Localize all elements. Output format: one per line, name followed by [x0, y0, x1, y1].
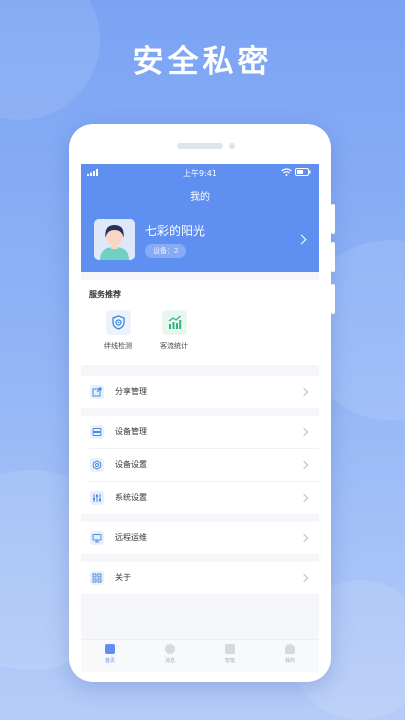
- chevron-right-icon: [299, 493, 309, 503]
- device-manage-icon: [90, 425, 104, 439]
- status-bar: 上午9:41: [81, 167, 319, 179]
- tab-label: 智能: [224, 658, 235, 664]
- services-card: 服务推荐 绊线检测 客流统计: [81, 280, 319, 365]
- tab-home[interactable]: 首页: [90, 644, 130, 664]
- service-label: 绊线检测: [104, 342, 132, 350]
- chevron-right-icon: [299, 427, 309, 437]
- tab-label: 我的: [284, 658, 295, 664]
- menu-label: 关于: [115, 573, 131, 582]
- menu-label: 系统设置: [115, 493, 147, 502]
- menu-item-device-settings[interactable]: 设备设置: [81, 449, 319, 481]
- shield-target-icon: [111, 315, 125, 330]
- chevron-right-icon: [299, 573, 309, 583]
- service-tripwire-detection[interactable]: 绊线检测: [91, 310, 145, 351]
- monitor-icon: [90, 531, 104, 545]
- profile-header: 上午9:41 我的 七彩的阳光 设备：2: [81, 164, 319, 272]
- menu-label: 设备设置: [115, 460, 147, 469]
- bottom-tab-bar: 首页 消息 智能 我的: [81, 639, 319, 672]
- battery-icon: [295, 168, 311, 176]
- phone-camera: [229, 143, 235, 149]
- smart-icon: [225, 644, 235, 654]
- wifi-icon: [281, 168, 292, 176]
- menu-label: 分享管理: [115, 387, 147, 396]
- remote-card: 远程运维: [81, 522, 319, 554]
- tab-smart[interactable]: 智能: [210, 644, 250, 664]
- app-screen: 上午9:41 我的 七彩的阳光 设备：2 服务推荐 绊线检测 客流统计 分享管理…: [81, 164, 319, 672]
- services-title: 服务推荐: [89, 290, 121, 299]
- sliders-icon: [90, 491, 104, 505]
- home-icon: [105, 644, 115, 654]
- menu-item-share[interactable]: 分享管理: [81, 376, 319, 408]
- avatar-image: [94, 219, 135, 260]
- device-count-badge: 设备：2: [145, 244, 187, 258]
- menu-item-system-settings[interactable]: 系统设置: [81, 482, 319, 514]
- menu-item-remote-ops[interactable]: 远程运维: [81, 522, 319, 554]
- chevron-right-icon: [299, 387, 309, 397]
- menu-item-about[interactable]: 关于: [81, 562, 319, 594]
- phone-frame: 上午9:41 我的 七彩的阳光 设备：2 服务推荐 绊线检测 客流统计 分享管理…: [69, 124, 335, 682]
- service-passenger-flow[interactable]: 客流统计: [147, 310, 201, 351]
- volume-down-button: [331, 242, 335, 272]
- menu-label: 远程运维: [115, 533, 147, 542]
- grid-icon: [90, 571, 104, 585]
- menu-label: 设备管理: [115, 427, 147, 436]
- tab-label: 消息: [164, 658, 175, 664]
- share-icon: [90, 385, 104, 399]
- profile-chevron-right-icon[interactable]: [296, 234, 307, 245]
- chevron-right-icon: [299, 533, 309, 543]
- gear-icon: [90, 458, 104, 472]
- user-name: 七彩的阳光: [145, 224, 206, 238]
- user-icon: [285, 644, 295, 654]
- tab-mine[interactable]: 我的: [270, 644, 310, 664]
- chevron-right-icon: [299, 460, 309, 470]
- share-card: 分享管理: [81, 376, 319, 408]
- about-card: 关于: [81, 562, 319, 594]
- power-button: [331, 284, 335, 314]
- volume-up-button: [331, 204, 335, 234]
- page-title: 我的: [190, 192, 210, 203]
- tab-label: 首页: [104, 658, 115, 664]
- menu-item-device-manage[interactable]: 设备管理: [81, 416, 319, 448]
- avatar[interactable]: [94, 219, 135, 260]
- bar-chart-icon: [168, 315, 181, 329]
- tab-messages[interactable]: 消息: [150, 644, 190, 664]
- service-label: 客流统计: [160, 342, 188, 350]
- headline: 安全私密: [132, 44, 273, 80]
- phone-speaker: [177, 143, 223, 149]
- message-icon: [165, 644, 175, 654]
- device-card: 设备管理 设备设置 系统设置: [81, 416, 319, 514]
